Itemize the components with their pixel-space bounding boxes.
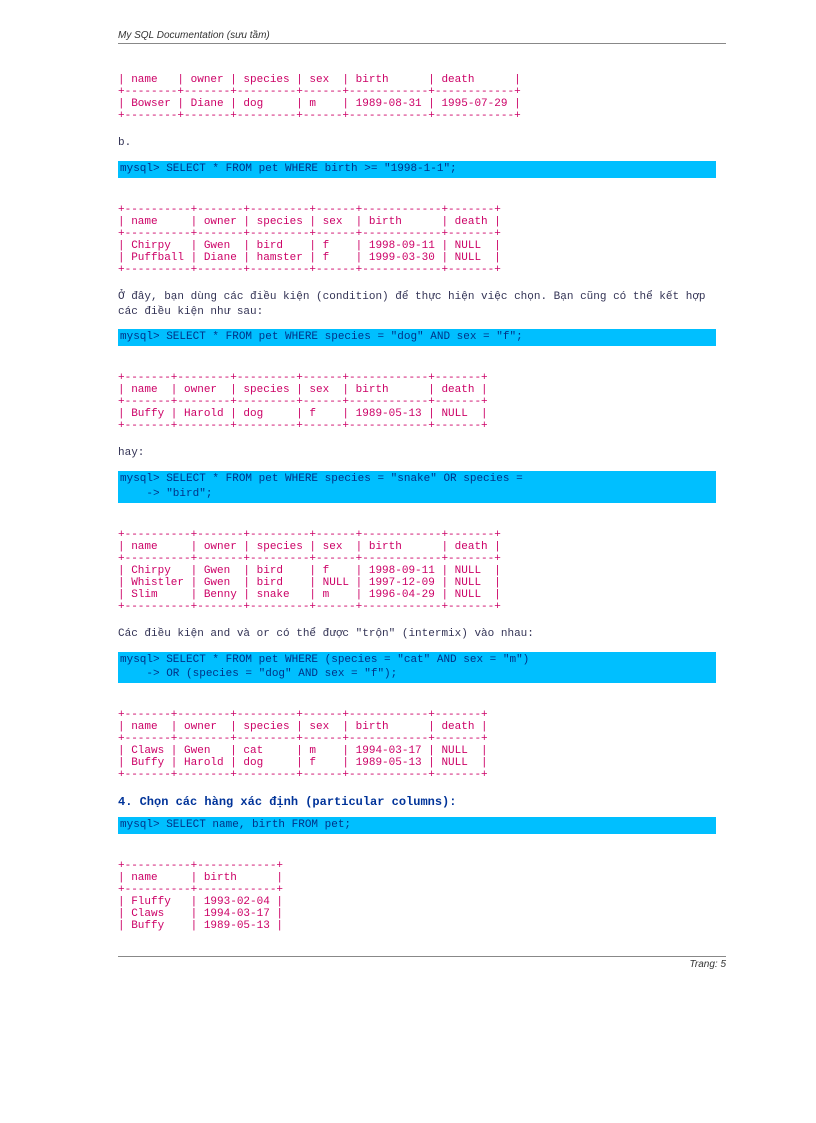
table-row: +-------+--------+---------+------+-----… (118, 396, 488, 408)
table-row: | Buffy | 1989-05-13 | (118, 920, 283, 932)
table-row: +-------+--------+---------+------+-----… (118, 769, 488, 781)
page: My SQL Documentation (sưu tầm) | name | … (0, 0, 816, 1000)
sql-line: mysql> SELECT * FROM pet WHERE (species … (120, 654, 529, 666)
table-row: | Puffball | Diane | hamster | f | 1999-… (118, 252, 501, 264)
table-row: | Buffy | Harold | dog | f | 1989-05-13 … (118, 757, 488, 769)
table-row: +----------+-------+---------+------+---… (118, 529, 501, 541)
sql-query-1: mysql> SELECT * FROM pet WHERE birth >= … (118, 161, 716, 178)
table-row: | Claws | 1994-03-17 | (118, 908, 283, 920)
table-row: +----------+-------+---------+------+---… (118, 264, 501, 276)
result-table-3: +-------+--------+---------+------+-----… (118, 360, 726, 432)
table-row: +-------+--------+---------+------+-----… (118, 733, 488, 745)
table-row: | Bowser | Diane | dog | m | 1989-08-31 … (118, 98, 521, 110)
paragraph-2: Các điều kiện and và or có thể được "trộ… (118, 627, 726, 642)
table-row: | Claws | Gwen | cat | m | 1994-03-17 | … (118, 745, 488, 757)
table-row: | name | owner | species | sex | birth |… (118, 74, 521, 86)
table-row: | name | owner | species | sex | birth |… (118, 721, 488, 733)
sql-query-2: mysql> SELECT * FROM pet WHERE species =… (118, 329, 716, 346)
sql-query-4: mysql> SELECT * FROM pet WHERE (species … (118, 652, 716, 684)
result-table-6: +----------+------------+ | name | birth… (118, 848, 726, 932)
result-table-2: +----------+-------+---------+------+---… (118, 192, 726, 276)
table-row: +----------+------------+ (118, 884, 283, 896)
table-row: | name | birth | (118, 872, 283, 884)
table-row: +----------+-------+---------+------+---… (118, 204, 501, 216)
table-row: | Buffy | Harold | dog | f | 1989-05-13 … (118, 408, 488, 420)
sql-query-5: mysql> SELECT name, birth FROM pet; (118, 817, 716, 834)
page-header: My SQL Documentation (sưu tầm) (118, 30, 726, 44)
label-b: b. (118, 136, 726, 151)
table-row: +--------+-------+---------+------+-----… (118, 86, 521, 98)
table-row: | name | owner | species | sex | birth |… (118, 384, 488, 396)
result-table-1: | name | owner | species | sex | birth |… (118, 62, 726, 122)
table-row: +----------+------------+ (118, 860, 283, 872)
table-row: | Chirpy | Gwen | bird | f | 1998-09-11 … (118, 565, 501, 577)
sql-line: -> "bird"; (120, 488, 212, 500)
result-table-5: +-------+--------+---------+------+-----… (118, 697, 726, 781)
table-row: +-------+--------+---------+------+-----… (118, 709, 488, 721)
section-heading-4: 4. Chọn các hàng xác định (particular co… (118, 795, 726, 809)
table-row: | Chirpy | Gwen | bird | f | 1998-09-11 … (118, 240, 501, 252)
table-row: +-------+--------+---------+------+-----… (118, 420, 488, 432)
table-row: | Whistler | Gwen | bird | NULL | 1997-1… (118, 577, 501, 589)
table-row: +----------+-------+---------+------+---… (118, 601, 501, 613)
sql-line: mysql> SELECT * FROM pet WHERE species =… (120, 473, 523, 485)
sql-line: -> OR (species = "dog" AND sex = "f"); (120, 668, 397, 680)
table-row: | Fluffy | 1993-02-04 | (118, 896, 283, 908)
label-hay: hay: (118, 446, 726, 461)
table-row: +----------+-------+---------+------+---… (118, 553, 501, 565)
table-row: +----------+-------+---------+------+---… (118, 228, 501, 240)
table-row: | Slim | Benny | snake | m | 1996-04-29 … (118, 589, 501, 601)
table-row: | name | owner | species | sex | birth |… (118, 541, 501, 553)
table-row: +-------+--------+---------+------+-----… (118, 372, 488, 384)
paragraph-1: Ở đây, bạn dùng các điều kiện (condition… (118, 290, 726, 320)
result-table-4: +----------+-------+---------+------+---… (118, 517, 726, 613)
table-row: +--------+-------+---------+------+-----… (118, 110, 521, 122)
table-row: | name | owner | species | sex | birth |… (118, 216, 501, 228)
sql-query-3: mysql> SELECT * FROM pet WHERE species =… (118, 471, 716, 503)
page-footer: Trang: 5 (118, 956, 726, 970)
